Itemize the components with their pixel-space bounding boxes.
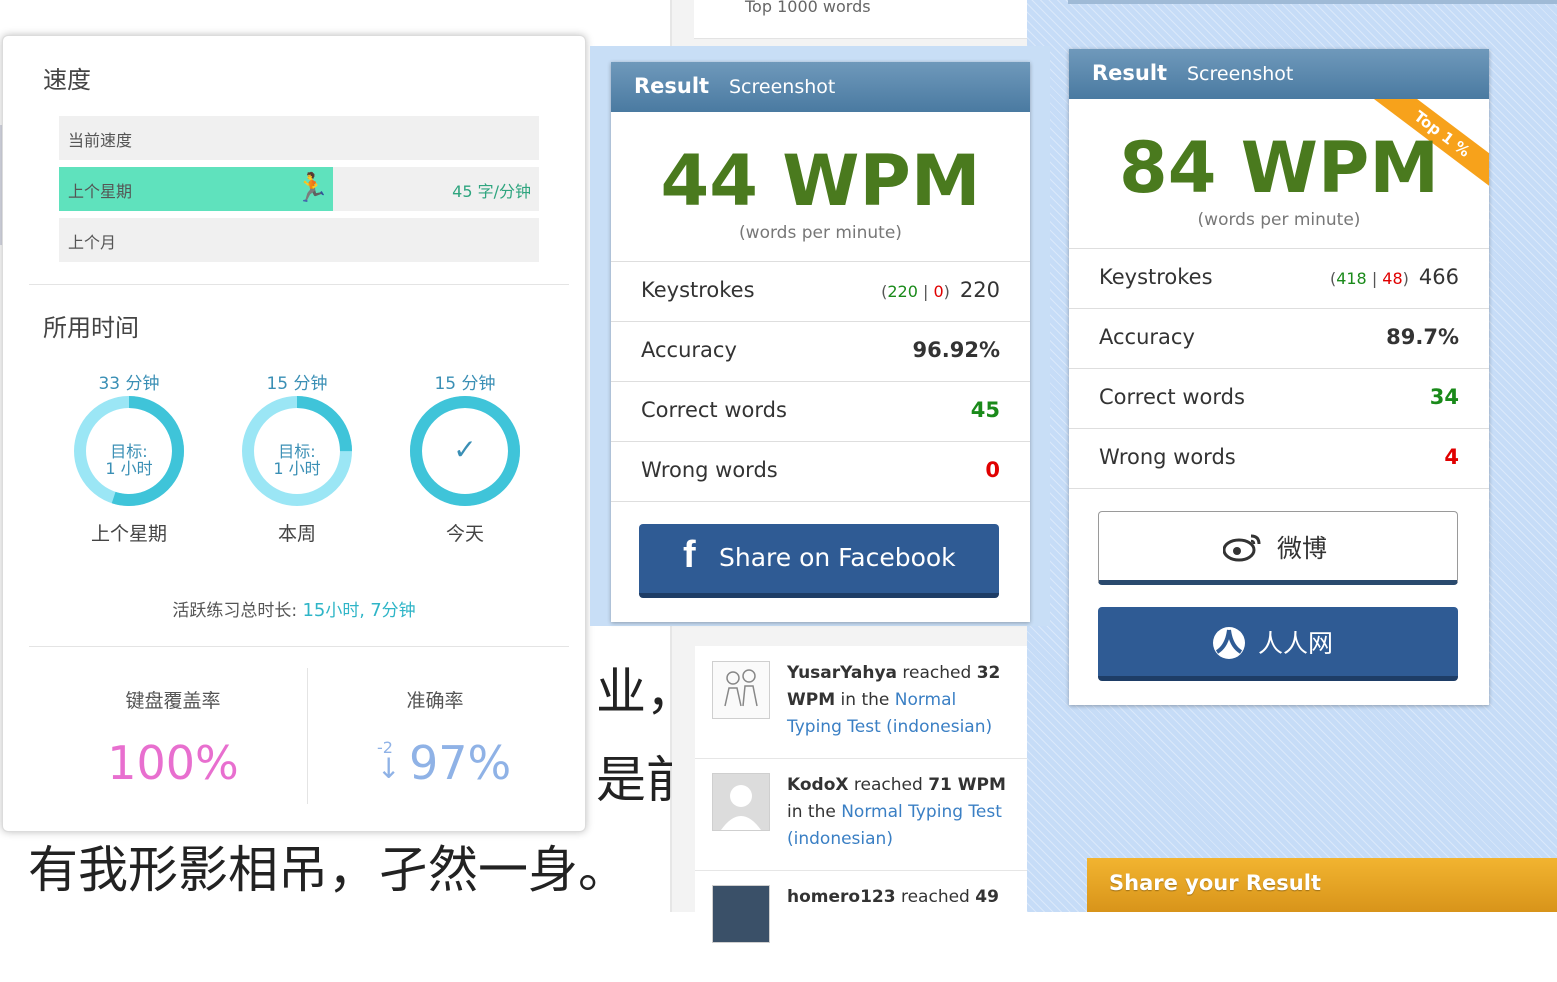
result-card: Result Screenshot Top 1 % 84 WPM (words … <box>1069 49 1489 705</box>
wrong-words-row: Wrong words 0 <box>611 441 1030 501</box>
user-avatar[interactable] <box>712 885 770 943</box>
top-words-link[interactable]: Top 1000 words <box>745 0 871 16</box>
result-card-header: Result Screenshot <box>1069 49 1489 99</box>
accuracy-row: Accuracy 96.92% <box>611 321 1030 381</box>
speed-value: 45 字/分钟 <box>452 182 531 201</box>
feed-user[interactable]: homero123 <box>787 887 896 907</box>
stats-card: 速度 当前速度 🏃 上个星期 45 字/分钟 上个月 所用时间 33 分钟 目标… <box>2 35 586 832</box>
result-card-header: Result Screenshot <box>611 62 1030 112</box>
speed-row-current: 当前速度 <box>59 116 539 160</box>
renren-icon <box>1213 627 1245 659</box>
feed-item: YusarYahya reached 32 WPM in the Normal … <box>695 646 1027 759</box>
background-topbar <box>1068 0 1557 4</box>
ring-today: 15 分钟 ✓ 今天 <box>395 369 535 546</box>
feed-user[interactable]: YusarYahya <box>787 663 897 683</box>
divider <box>307 668 308 804</box>
feed-user[interactable]: KodoX <box>787 775 849 795</box>
correct-words-row: Correct words 45 <box>611 381 1030 441</box>
wpm-subtitle: (words per minute) <box>739 223 902 243</box>
user-avatar[interactable] <box>712 773 770 831</box>
coverage-title: 键盘覆盖率 <box>125 690 221 712</box>
share-renren-button[interactable]: 人人网 <box>1098 607 1458 681</box>
speed-title: 速度 <box>43 66 91 94</box>
divider <box>29 646 569 647</box>
accuracy-row: Accuracy 89.7% <box>1069 308 1489 368</box>
background-text-line3: 有我形影相吊，孑然一身。 <box>28 841 628 899</box>
speed-row-last-month: 上个月 <box>59 218 539 262</box>
wpm-value: 44 WPM <box>660 140 981 222</box>
result-card: Result Screenshot 44 WPM (words per minu… <box>611 62 1030 622</box>
share-facebook-button[interactable]: f Share on Facebook <box>639 524 999 598</box>
screenshot-link[interactable]: Screenshot <box>729 76 835 98</box>
ring-last-week: 33 分钟 目标: 1 小时 上个星期 <box>59 369 199 546</box>
wpm-value: 84 WPM <box>1119 127 1439 209</box>
feed-item: KodoX reached 71 WPM in the Normal Typin… <box>695 758 1027 871</box>
correct-words-row: Correct words 34 <box>1069 368 1489 428</box>
arrow-down-icon: ↓ <box>377 752 401 785</box>
feed-text: YusarYahya reached 32 WPM in the Normal … <box>787 663 1001 737</box>
runner-icon: 🏃 <box>294 171 330 204</box>
facebook-icon: f <box>683 534 696 576</box>
screenshot-link[interactable]: Screenshot <box>1187 63 1293 85</box>
user-avatar[interactable] <box>712 661 770 719</box>
keystrokes-row: Keystrokes (418 | 48) 466 <box>1069 248 1489 308</box>
time-title: 所用时间 <box>43 314 139 342</box>
feed-text: KodoX reached 71 WPM in the Normal Typin… <box>787 775 1006 849</box>
active-practice-total: 活跃练习总时长: 15小时, 7分钟 <box>172 600 416 621</box>
accuracy-title: 准确率 <box>406 690 464 712</box>
activity-feed: YusarYahya reached 32 WPM in the Normal … <box>695 646 1027 943</box>
result-title: Result <box>1092 61 1168 85</box>
check-icon: ✓ <box>453 433 477 466</box>
speed-row-last-week: 🏃 上个星期 45 字/分钟 <box>59 167 539 211</box>
coverage-value: 100% <box>107 736 239 790</box>
result-title: Result <box>634 74 710 98</box>
share-your-result-bar[interactable]: Share your Result <box>1087 858 1557 912</box>
share-weibo-button[interactable]: 微博 <box>1098 511 1458 585</box>
wpm-subtitle: (words per minute) <box>1197 210 1361 230</box>
divider <box>29 284 569 285</box>
feed-text: homero123 reached 49 <box>787 887 999 907</box>
ring-this-week: 15 分钟 目标: 1 小时 本周 <box>227 369 367 546</box>
divider <box>1069 488 1489 489</box>
weibo-icon <box>1223 534 1261 562</box>
divider <box>611 501 1030 502</box>
feed-item: homero123 reached 49 <box>695 870 1027 982</box>
wrong-words-row: Wrong words 4 <box>1069 428 1489 488</box>
keystrokes-row: Keystrokes (220 | 0) 220 <box>611 261 1030 321</box>
accuracy-value: 97% <box>409 736 512 790</box>
